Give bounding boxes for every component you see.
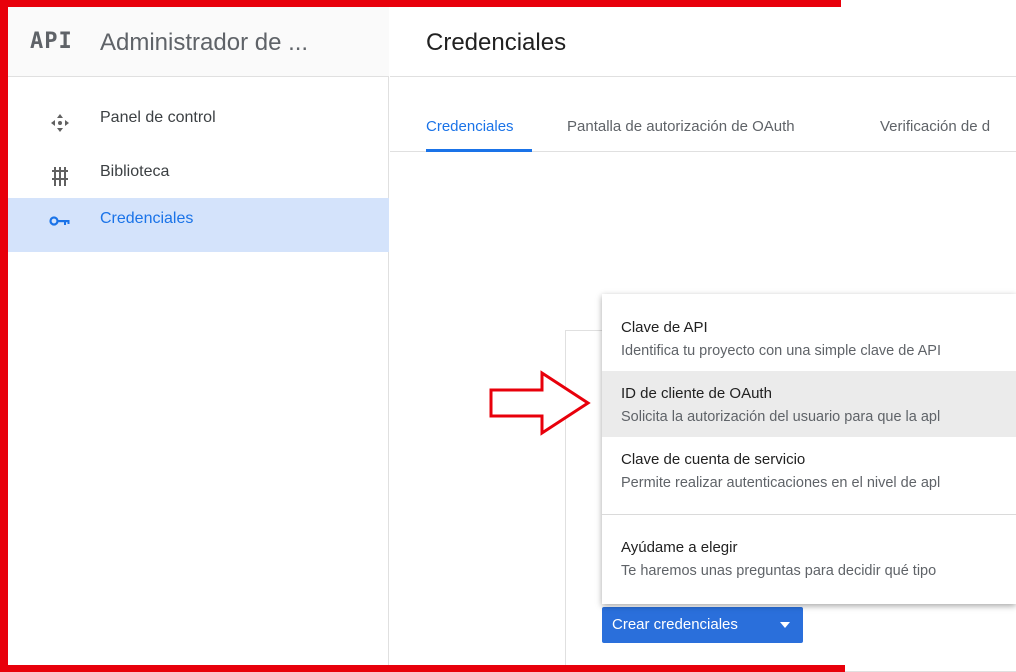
annotation-frame-left xyxy=(0,0,8,672)
tab-verificacion[interactable]: Verificación de d xyxy=(880,118,990,135)
key-icon xyxy=(48,214,72,236)
sidebar-item-credenciales[interactable]: Credenciales xyxy=(8,198,389,252)
menu-item-title: ID de cliente de OAuth xyxy=(621,385,772,402)
dashboard-icon xyxy=(48,113,72,135)
app-title[interactable]: Administrador de ... xyxy=(100,29,308,57)
menu-item-title: Clave de API xyxy=(621,319,708,336)
annotation-frame-top xyxy=(0,0,841,7)
sidebar-item-label: Panel de control xyxy=(100,109,216,126)
api-logo: API xyxy=(30,29,73,54)
sidebar-item-label: Biblioteca xyxy=(100,163,170,180)
menu-item-title: Clave de cuenta de servicio xyxy=(621,451,806,468)
menu-item-description: Te haremos unas preguntas para decidir q… xyxy=(621,563,937,579)
menu-item-description: Permite realizar autenticaciones en el n… xyxy=(621,475,941,491)
library-icon xyxy=(48,167,72,189)
menu-item-description: Solicita la autorización del usuario par… xyxy=(621,409,941,425)
page-header: Credenciales xyxy=(390,7,1016,77)
annotation-frame-bottom xyxy=(0,665,845,672)
menu-divider xyxy=(602,514,1016,515)
menu-item-title: Ayúdame a elegir xyxy=(621,539,738,556)
credentials-dropdown-menu: Clave de API Identifica tu proyecto con … xyxy=(602,294,1016,604)
menu-item-oauth-client-id[interactable]: ID de cliente de OAuth Solicita la autor… xyxy=(602,371,1016,437)
sidebar-item-label: Credenciales xyxy=(100,210,194,227)
brand-bar: API Administrador de ... xyxy=(8,7,389,77)
tab-pantalla-autorizacion-oauth[interactable]: Pantalla de autorización de OAuth xyxy=(567,118,795,135)
sidebar: API Administrador de ... Panel de contro… xyxy=(8,7,389,665)
menu-item-description: Identifica tu proyecto con una simple cl… xyxy=(621,343,941,359)
sidebar-item-panel-de-control[interactable]: Panel de control xyxy=(8,97,389,151)
menu-item-service-account-key[interactable]: Clave de cuenta de servicio Permite real… xyxy=(602,437,1016,503)
create-credentials-label: Crear credenciales xyxy=(612,616,738,633)
tab-bar: Credenciales Pantalla de autorización de… xyxy=(390,104,1016,152)
sidebar-item-biblioteca[interactable]: Biblioteca xyxy=(8,151,389,205)
tab-credenciales[interactable]: Credenciales xyxy=(426,118,514,135)
caret-down-icon xyxy=(780,622,790,628)
page-title: Credenciales xyxy=(426,29,567,56)
create-credentials-button[interactable]: Crear credenciales xyxy=(602,607,803,643)
annotation-arrow-icon xyxy=(489,370,591,436)
active-tab-indicator xyxy=(426,149,532,152)
menu-item-api-key[interactable]: Clave de API Identifica tu proyecto con … xyxy=(602,305,1016,371)
menu-item-help-me-choose[interactable]: Ayúdame a elegir Te haremos unas pregunt… xyxy=(602,525,1016,591)
